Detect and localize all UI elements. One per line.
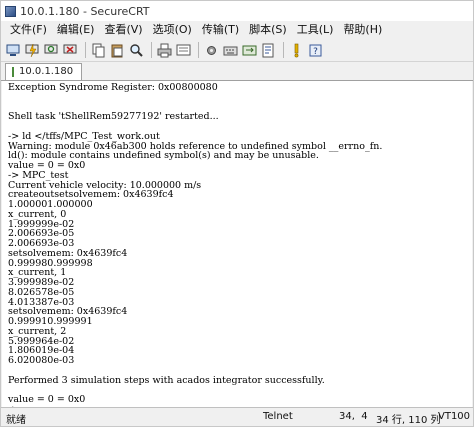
toolbar: ? <box>1 39 473 62</box>
terminal-line: 0.999910.999991 <box>8 316 93 327</box>
terminal-line: 3.999989e-02 <box>8 277 75 288</box>
terminal-line: 0.999980.999998 <box>8 257 93 269</box>
copy-icon[interactable] <box>90 42 106 58</box>
window-title: 10.0.1.180 - SecureCRT <box>20 4 150 18</box>
terminal-line: 1.806019e-04 <box>8 345 75 357</box>
menu-file[interactable]: 文件(F) <box>5 21 52 39</box>
menu-bar: 文件(F) 编辑(E) 查看(V) 选项(O) 传输(T) 脚本(S) 工具(L… <box>1 21 473 39</box>
menu-edit[interactable]: 编辑(E) <box>52 21 100 39</box>
status-cursor-position: 34, 4 <box>339 411 368 422</box>
terminal-line: value = 0 = 0x0 <box>8 394 86 405</box>
terminal-line: 1.999999e-02 <box>8 218 75 230</box>
terminal-output: Exception Syndrome Register: 0x00800080 S… <box>2 81 472 408</box>
settings-icon[interactable] <box>175 42 191 58</box>
svg-text:?: ? <box>313 47 318 57</box>
title-bar: 10.0.1.180 - SecureCRT <box>1 1 473 21</box>
keymap-icon[interactable] <box>222 42 238 58</box>
terminal-line: x_current, 2 <box>8 325 67 337</box>
terminal-line: 1.000001.000000 <box>8 199 93 210</box>
tab-label: 10.0.1.180 <box>19 66 74 77</box>
terminal-line: Performed 3 simulation steps with acados… <box>8 374 325 386</box>
toolbar-separator <box>85 42 86 58</box>
quick-connect-icon[interactable] <box>24 42 40 58</box>
status-emulation: VT100 <box>438 411 471 422</box>
terminal-line: 2.006693e-05 <box>8 228 75 240</box>
sftp-icon[interactable] <box>241 42 257 58</box>
menu-transfer[interactable]: 传输(T) <box>197 21 244 39</box>
menu-tools[interactable]: 工具(L) <box>292 21 339 39</box>
paste-icon[interactable] <box>109 42 125 58</box>
session-options-icon[interactable] <box>203 42 219 58</box>
terminal-line: value = 0 = 0x0 <box>8 160 86 171</box>
status-protocol: Telnet <box>263 411 293 422</box>
menu-options[interactable]: 选项(O) <box>148 21 197 39</box>
menu-script[interactable]: 脚本(S) <box>244 21 292 39</box>
script-icon[interactable] <box>260 42 276 58</box>
terminal-line: 5.999964e-02 <box>8 335 75 347</box>
connected-indicator <box>12 67 14 77</box>
print-icon[interactable] <box>156 42 172 58</box>
help-icon[interactable] <box>288 42 304 58</box>
find-icon[interactable] <box>128 42 144 58</box>
terminal-line: Exception Syndrome Register: 0x00800080 <box>8 82 218 93</box>
disconnect-icon[interactable] <box>62 42 78 58</box>
terminal-line: 6.020080e-03 <box>8 355 75 366</box>
session-tab-bar: 10.0.1.180 <box>1 62 473 81</box>
status-terminal-size: 34 行, 110 列 <box>376 415 441 426</box>
toolbar-separator <box>283 42 284 58</box>
terminal-line: x_current, 1 <box>8 267 67 279</box>
reconnect-icon[interactable] <box>43 42 59 58</box>
securecrt-app-icon <box>5 5 16 17</box>
connect-icon[interactable] <box>5 42 21 58</box>
terminal-screen[interactable]: Exception Syndrome Register: 0x00800080 S… <box>2 81 472 408</box>
tab-session[interactable]: 10.0.1.180 <box>5 63 83 80</box>
terminal-line: Shell task 'tShellRem59277192' restarted… <box>8 111 219 123</box>
status-ready: 就绪 <box>6 415 26 426</box>
menu-view[interactable]: 查看(V) <box>99 21 147 39</box>
info-icon[interactable]: ? <box>307 42 323 58</box>
toolbar-separator <box>198 42 199 58</box>
terminal-line: 8.026578e-05 <box>8 286 75 298</box>
securecrt-window: 10.0.1.180 - SecureCRT 文件(F) 编辑(E) 查看(V)… <box>0 0 474 427</box>
terminal-line: x_current, 0 <box>8 208 67 220</box>
toolbar-separator <box>151 42 152 58</box>
menu-help[interactable]: 帮助(H) <box>338 21 387 39</box>
status-bar: 就绪 Telnet 34, 4 34 行, 110 列 VT100 <box>1 407 473 426</box>
